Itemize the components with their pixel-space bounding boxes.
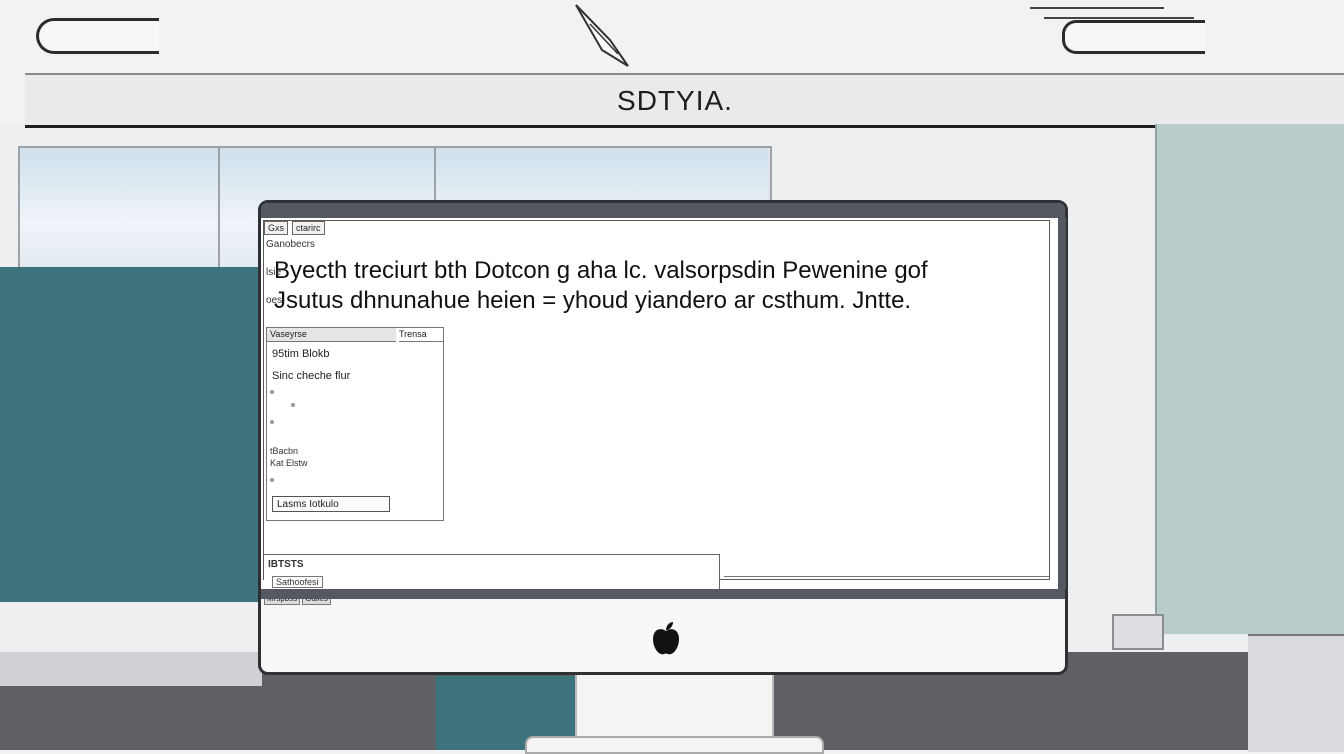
divider-line (724, 576, 1049, 577)
panel-mini-label: tBacbn (270, 446, 299, 456)
tab-item[interactable]: ctarirc (292, 221, 325, 235)
side-panel: Vaseyrse Trensa 95tim Blokb Sinc cheche … (266, 327, 444, 521)
bullet-icon (291, 403, 295, 407)
side-panel-title[interactable]: Vaseyrse (267, 328, 396, 342)
chair (1248, 634, 1344, 752)
panel-mini-label: Kat Elstw (270, 458, 308, 468)
bullet-icon (270, 390, 274, 394)
monitor: Gxs ctarirc Ganobecrs Byecth treciurt bt… (258, 200, 1068, 675)
desk-edge (0, 652, 262, 686)
monitor-bezel-top (261, 203, 1065, 218)
ceiling-stroke (1030, 7, 1194, 19)
monitor-screen: Gxs ctarirc Ganobecrs Byecth treciurt bt… (261, 218, 1066, 605)
side-panel-title-right[interactable]: Trensa (399, 328, 443, 342)
heading-line-2: Jsutus dhnunahue heien = yhoud yiandero … (274, 287, 912, 314)
margin-label: oes (266, 295, 283, 306)
monitor-stand-base (525, 736, 824, 754)
ceiling-lamp (1062, 20, 1205, 54)
teal-wall-panel (0, 267, 262, 602)
apple-logo-icon (653, 622, 679, 655)
ceiling-fixture-icon (575, 4, 629, 67)
window-pane (20, 148, 220, 270)
banner-title: SDTYIA. (617, 85, 733, 116)
panel-row[interactable]: Sinc cheche flur (272, 370, 350, 382)
glass-partition (1155, 124, 1344, 634)
bullet-icon (270, 420, 274, 424)
panel-button[interactable]: Lasms Iotkulo (272, 496, 390, 512)
heading-line-1: Byecth treciurt bth Dotcon g aha lc. val… (274, 257, 928, 284)
toolbar-label: Ganobecrs (266, 239, 315, 250)
header-banner: SDTYIA. (25, 73, 1344, 128)
panel-row[interactable]: 95tim Blokb (272, 348, 329, 360)
margin-label: lsie (266, 267, 282, 278)
monitor-chin-bar (261, 589, 1065, 599)
ceiling-lamp (36, 18, 159, 54)
app-window[interactable]: Gxs ctarirc Ganobecrs Byecth treciurt bt… (263, 220, 1050, 605)
side-shelf (1112, 614, 1164, 650)
tab-strip: Gxs ctarirc (264, 221, 325, 235)
bullet-icon (270, 478, 274, 482)
bottom-box-label: IBTSTS (268, 559, 304, 570)
tab-item[interactable]: Gxs (264, 221, 289, 235)
bottom-box-sublabel[interactable]: Sathoofesi (272, 576, 323, 588)
